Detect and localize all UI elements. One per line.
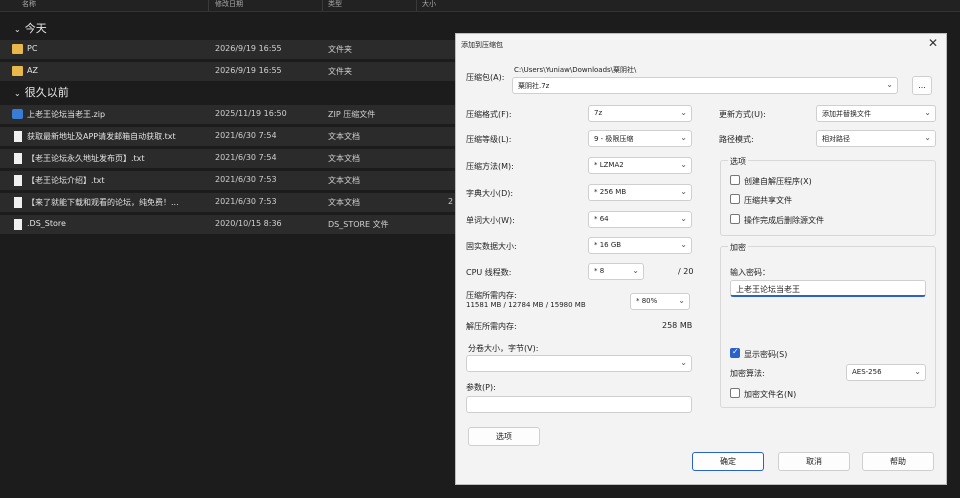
chevron-down-icon: ⌄ [924, 133, 931, 142]
chevron-down-icon: ⌄ [632, 266, 639, 275]
column-type[interactable]: 类型 [328, 0, 342, 9]
ok-button[interactable]: 确定 [692, 452, 764, 471]
shared-checkbox[interactable] [730, 194, 740, 204]
decomp-label: 解压所需内存: [466, 322, 517, 331]
level-label: 压缩等级(L): [466, 135, 512, 144]
split-label: 分卷大小，字节(V): [468, 344, 539, 353]
params-input[interactable] [466, 396, 692, 413]
archive-label: 压缩包(A): [466, 73, 505, 82]
delete-label: 操作完成后删除源文件 [744, 216, 824, 225]
cancel-button[interactable]: 取消 [778, 452, 850, 471]
text-file-icon [14, 131, 22, 142]
archive-name-combo[interactable]: 粟阴社.7z ⌄ [512, 77, 898, 94]
column-date[interactable]: 修改日期 [215, 0, 243, 9]
path-mode-label: 路径模式: [719, 135, 754, 144]
zip-icon [12, 109, 23, 119]
text-file-icon [14, 153, 22, 164]
params-label: 参数(P): [466, 383, 496, 392]
chevron-down-icon: ⌄ [914, 367, 921, 376]
format-label: 压缩格式(F): [466, 110, 512, 119]
group-long-ago[interactable]: ⌄ 很久以前 [14, 84, 69, 100]
list-item[interactable]: AZ 2026/9/19 16:55 文件夹 [0, 62, 455, 81]
mem-percent-select[interactable]: * 80% ⌄ [630, 293, 690, 310]
delete-checkbox[interactable] [730, 214, 740, 224]
cpu-max: / 20 [678, 267, 694, 276]
column-size[interactable]: 大小 [422, 0, 436, 9]
chevron-down-icon: ⌄ [680, 187, 687, 196]
help-button[interactable]: 帮助 [862, 452, 934, 471]
group-today[interactable]: ⌄ 今天 [14, 20, 47, 36]
chevron-down-icon: ⌄ [680, 214, 687, 223]
split-combo[interactable]: ⌄ [466, 355, 692, 372]
browse-button[interactable]: ... [912, 76, 932, 95]
list-item[interactable]: 【老王论坛介绍】.txt 2021/6/30 7:53 文本文档 [0, 171, 455, 190]
update-label: 更新方式(U): [719, 110, 766, 119]
level-select[interactable]: 9 - 极限压缩 ⌄ [588, 130, 692, 147]
archive-path: C:\Users\Yuniaw\Downloads\粟阴社\ [514, 66, 637, 74]
dialog-title: 添加到压缩包 [461, 41, 503, 49]
chevron-down-icon: ⌄ [14, 89, 21, 98]
password-input[interactable]: 上老王论坛当老王 [730, 280, 926, 297]
show-password-checkbox[interactable] [730, 347, 740, 358]
list-item[interactable]: 【老王论坛永久地址发布页】.txt 2021/6/30 7:54 文本文档 [0, 149, 455, 168]
options-button[interactable]: 选项 [468, 427, 540, 446]
format-select[interactable]: 7z ⌄ [588, 105, 692, 122]
chevron-down-icon: ⌄ [678, 296, 685, 305]
chevron-down-icon: ⌄ [680, 133, 687, 142]
path-mode-select[interactable]: 相对路径 ⌄ [816, 130, 936, 147]
chevron-down-icon: ⌄ [680, 240, 687, 249]
word-label: 单词大小(W): [466, 216, 515, 225]
solid-label: 固实数据大小: [466, 242, 517, 251]
close-icon[interactable]: ✕ [928, 36, 938, 50]
method-select[interactable]: * LZMA2 ⌄ [588, 157, 692, 174]
password-label: 输入密码： [730, 268, 770, 277]
list-item[interactable]: 【来了就能下载和观看的论坛，纯免费！... 2021/6/30 7:53 文本文… [0, 193, 455, 212]
folder-icon [12, 44, 23, 54]
text-file-icon [14, 219, 22, 230]
word-select[interactable]: * 64 ⌄ [588, 211, 692, 228]
options-group-label: 选项 [728, 156, 748, 167]
dict-select[interactable]: * 256 MB ⌄ [588, 184, 692, 201]
list-item[interactable]: 获取最新地址及APP请发邮箱自动获取.txt 2021/6/30 7:54 文本… [0, 127, 455, 146]
update-select[interactable]: 添加并替换文件 ⌄ [816, 105, 936, 122]
mem-detail: 11581 MB / 12784 MB / 15980 MB [466, 301, 586, 309]
show-password-label: 显示密码(S) [744, 350, 788, 359]
list-item[interactable]: PC 2026/9/19 16:55 文件夹 [0, 40, 455, 59]
chevron-down-icon: ⌄ [886, 80, 893, 89]
column-header: 名称 修改日期 类型 大小 [0, 0, 960, 12]
sfx-label: 创建自解压程序(X) [744, 177, 812, 186]
chevron-down-icon: ⌄ [680, 108, 687, 117]
decomp-value: 258 MB [662, 321, 693, 330]
text-file-icon [14, 197, 22, 208]
sfx-checkbox[interactable] [730, 175, 740, 185]
chevron-down-icon: ⌄ [924, 108, 931, 117]
encrypt-names-label: 加密文件名(N) [744, 390, 797, 399]
enc-method-label: 加密算法: [730, 369, 765, 378]
mem-label: 压缩所需内存: [466, 291, 517, 300]
list-item[interactable]: 上老王论坛当老王.zip 2025/11/19 16:50 ZIP 压缩文件 [0, 105, 455, 124]
solid-select[interactable]: * 16 GB ⌄ [588, 237, 692, 254]
encryption-group-label: 加密 [728, 242, 748, 253]
folder-icon [12, 66, 23, 76]
column-name[interactable]: 名称 [22, 0, 36, 9]
cpu-label: CPU 线程数: [466, 268, 512, 277]
shared-label: 压缩共享文件 [744, 196, 792, 205]
chevron-down-icon: ⌄ [680, 358, 687, 367]
enc-method-select[interactable]: AES-256 ⌄ [846, 364, 926, 381]
list-item[interactable]: .DS_Store 2020/10/15 8:36 DS_STORE 文件 [0, 215, 455, 234]
chevron-down-icon: ⌄ [680, 160, 687, 169]
chevron-down-icon: ⌄ [14, 25, 21, 34]
dict-label: 字典大小(D): [466, 189, 514, 198]
encrypt-names-checkbox[interactable] [730, 388, 740, 398]
method-label: 压缩方法(M): [466, 162, 514, 171]
text-file-icon [14, 175, 22, 186]
cpu-select[interactable]: * 8 ⌄ [588, 263, 644, 280]
add-to-archive-dialog: 添加到压缩包 ✕ 压缩包(A): C:\Users\Yuniaw\Downloa… [455, 33, 947, 485]
